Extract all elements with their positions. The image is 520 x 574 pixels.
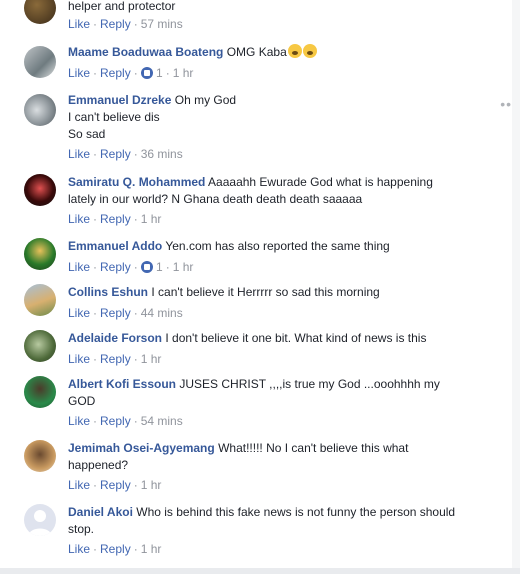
like-link[interactable]: Like: [68, 478, 90, 492]
comment-text: JUSES CHRIST ,,,,is true my God ...ooohh…: [179, 377, 440, 391]
comment-text-line: GOD: [68, 394, 96, 408]
reply-link[interactable]: Reply: [100, 306, 131, 320]
comment-actions: Like · Reply · 57 mins: [68, 17, 183, 31]
fearful-face-icon: [287, 44, 302, 58]
like-link[interactable]: Like: [68, 212, 90, 226]
avatar[interactable]: [24, 174, 56, 206]
reply-link[interactable]: Reply: [100, 147, 131, 161]
comment-author[interactable]: Albert Kofi Essoun: [68, 377, 176, 391]
comment-text: I don't believe it one bit. What kind of…: [165, 331, 427, 345]
avatar[interactable]: [24, 504, 56, 536]
avatar[interactable]: [24, 238, 56, 270]
comment-actions: Like · Reply · 44 mins: [68, 306, 183, 320]
reply-link[interactable]: Reply: [100, 212, 131, 226]
like-link[interactable]: Like: [68, 260, 90, 274]
timestamp[interactable]: 1 hr: [141, 352, 162, 366]
like-link[interactable]: Like: [68, 147, 90, 161]
like-link[interactable]: Like: [68, 306, 90, 320]
reply-link[interactable]: Reply: [100, 542, 131, 556]
comment-actions: Like · Reply · 1 hr: [68, 212, 162, 226]
comment-author[interactable]: Jemimah Osei-Agyemang: [68, 441, 215, 455]
reply-link[interactable]: Reply: [100, 478, 131, 492]
comment-text-line: stop.: [68, 522, 95, 536]
reply-link[interactable]: Reply: [100, 260, 131, 274]
like-link[interactable]: Like: [68, 66, 90, 80]
like-reaction-icon[interactable]: [140, 261, 153, 273]
comment-text: Who is behind this fake news is not funn…: [136, 505, 456, 519]
comment-text: Aaaaahh Ewurade God what is happening: [208, 175, 433, 189]
comment: helper and protector Like · Reply · 57 mins: [0, 0, 510, 36]
like-reaction-icon[interactable]: [140, 67, 153, 79]
like-link[interactable]: Like: [68, 352, 90, 366]
comment-text-line: happened?: [68, 458, 129, 472]
comment-text-line: lately in our world? N Ghana death death…: [68, 192, 363, 206]
timestamp[interactable]: 44 mins: [141, 306, 183, 320]
comment-actions: Like · Reply · 1 hr: [68, 478, 162, 492]
avatar[interactable]: [24, 376, 56, 408]
avatar[interactable]: [24, 0, 56, 24]
timestamp[interactable]: 1 hr: [141, 542, 162, 556]
comment-author[interactable]: Emmanuel Addo: [68, 239, 162, 253]
reaction-count[interactable]: 1: [156, 66, 163, 80]
crying-face-icon: [302, 44, 317, 58]
comment-actions: Like · Reply · 1 · 1 hr: [68, 260, 194, 274]
reply-link[interactable]: Reply: [100, 414, 131, 428]
comment-text: Yen.com has also reported the same thing: [165, 239, 390, 253]
avatar[interactable]: [24, 46, 56, 78]
comment-actions: Like · Reply · 1 hr: [68, 352, 162, 366]
comment-actions: Like · Reply · 36 mins: [68, 147, 183, 161]
reaction-count[interactable]: 1: [156, 260, 163, 274]
right-border: [512, 0, 520, 574]
avatar[interactable]: [24, 94, 56, 126]
timestamp[interactable]: 1 hr: [173, 260, 194, 274]
comment-text: Oh my God: [174, 93, 237, 107]
comment-text-line: So sad: [68, 127, 106, 141]
timestamp[interactable]: 1 hr: [173, 66, 194, 80]
comment-author[interactable]: Emmanuel Dzreke: [68, 93, 171, 107]
timestamp[interactable]: 54 mins: [141, 414, 183, 428]
like-link[interactable]: Like: [68, 17, 90, 31]
comment-actions: Like · Reply · 1 · 1 hr: [68, 66, 194, 80]
comment-text-line: I can't believe dis: [68, 110, 160, 124]
comment-text: OMG Kaba: [226, 45, 287, 59]
comment-author[interactable]: Adelaide Forson: [68, 331, 162, 345]
comment-author[interactable]: Collins Eshun: [68, 285, 148, 299]
default-profile-icon: [28, 510, 52, 536]
like-link[interactable]: Like: [68, 414, 90, 428]
avatar[interactable]: [24, 330, 56, 362]
reply-link[interactable]: Reply: [100, 352, 131, 366]
comment-author[interactable]: Daniel Akoi: [68, 505, 133, 519]
timestamp[interactable]: 1 hr: [141, 478, 162, 492]
comment-thread: helper and protector Like · Reply · 57 mins …: [0, 0, 520, 574]
comment-actions: Like · Reply · 1 hr: [68, 542, 162, 556]
comment-actions: Like · Reply · 54 mins: [68, 414, 183, 428]
comment-author[interactable]: Samiratu Q. Mohammed: [68, 175, 205, 189]
avatar[interactable]: [24, 284, 56, 316]
timestamp[interactable]: 36 mins: [141, 147, 183, 161]
reply-link[interactable]: Reply: [100, 17, 131, 31]
timestamp[interactable]: 1 hr: [141, 212, 162, 226]
reply-link[interactable]: Reply: [100, 66, 131, 80]
comment-author[interactable]: Maame Boaduwaa Boateng: [68, 45, 223, 59]
bottom-divider: [0, 568, 520, 574]
comment-text: What!!!!! No I can't believe this what: [218, 441, 409, 455]
timestamp[interactable]: 57 mins: [141, 17, 183, 31]
avatar[interactable]: [24, 440, 56, 472]
comment-text: I can't believe it Herrrrr so sad this m…: [151, 285, 380, 299]
like-link[interactable]: Like: [68, 542, 90, 556]
comment-text: helper and protector: [68, 0, 176, 13]
